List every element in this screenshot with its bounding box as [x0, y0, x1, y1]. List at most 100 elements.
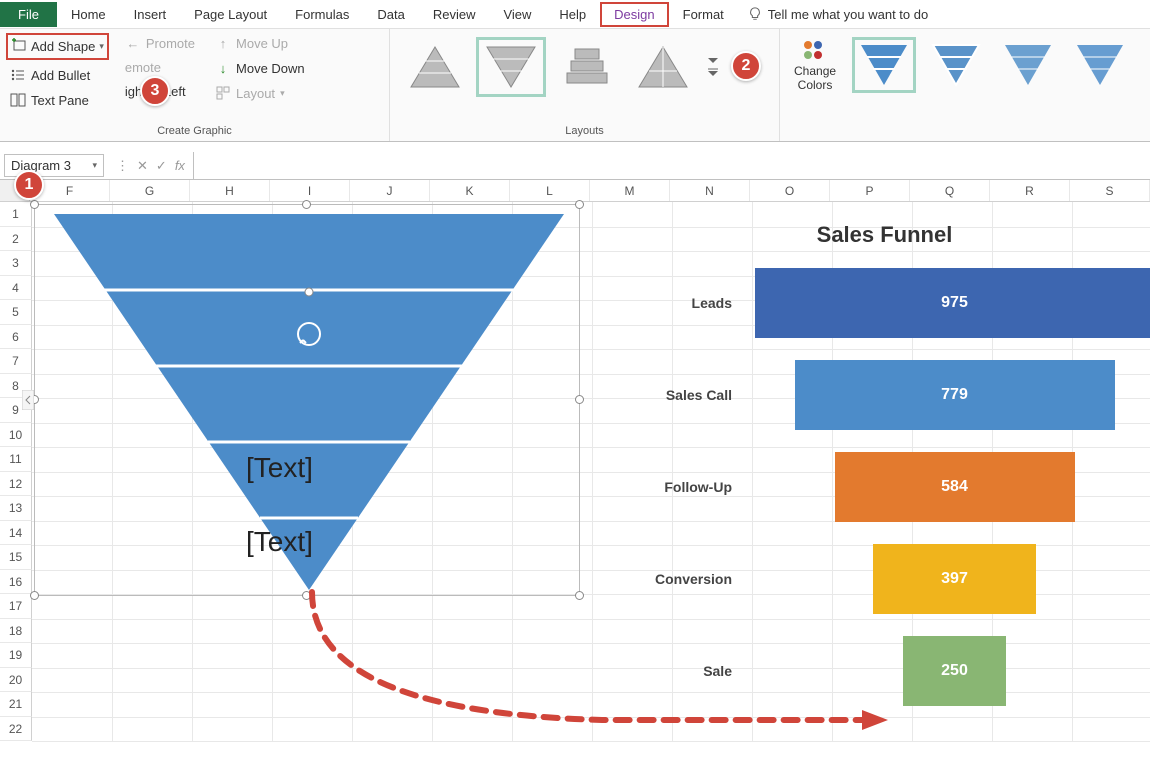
change-colors-button[interactable]: Change Colors: [786, 35, 844, 96]
row-header[interactable]: 10: [0, 423, 32, 448]
layout-button: Layout ▾: [211, 83, 309, 103]
row-header[interactable]: 15: [0, 545, 32, 570]
tab-formulas[interactable]: Formulas: [281, 2, 363, 27]
row-header[interactable]: 22: [0, 717, 32, 742]
callout-3: 3: [140, 76, 170, 106]
row-header[interactable]: 21: [0, 692, 32, 717]
column-header[interactable]: S: [1070, 180, 1150, 201]
style-option-2[interactable]: [924, 37, 988, 93]
text-pane-icon: [10, 92, 26, 108]
row-header[interactable]: 12: [0, 472, 32, 497]
layout-label: Layout: [236, 86, 275, 101]
callout-2: 2: [731, 51, 761, 81]
chart-category-label: Follow-Up: [612, 479, 752, 495]
tab-review[interactable]: Review: [419, 2, 490, 27]
layout-option-pyramid[interactable]: [400, 37, 470, 97]
more-icon[interactable]: ⋮: [116, 158, 129, 174]
fx-icon[interactable]: fx: [175, 158, 185, 173]
style-option-4[interactable]: [1068, 37, 1132, 93]
cancel-icon[interactable]: ✕: [137, 158, 148, 174]
smartart-funnel-diagram[interactable]: [Text] [Text]: [34, 204, 580, 596]
row-header[interactable]: 18: [0, 619, 32, 644]
demote-button: emote: [121, 58, 199, 77]
column-header[interactable]: L: [510, 180, 590, 201]
column-header[interactable]: O: [750, 180, 830, 201]
tab-page-layout[interactable]: Page Layout: [180, 2, 281, 27]
row-header[interactable]: 11: [0, 447, 32, 472]
style-option-3[interactable]: [996, 37, 1060, 93]
row-headers: 12345678910111213141516171819202122: [0, 202, 32, 742]
column-header[interactable]: Q: [910, 180, 990, 201]
row-header[interactable]: 2: [0, 227, 32, 252]
chart-bar: 779: [795, 360, 1115, 430]
tab-format[interactable]: Format: [669, 2, 738, 27]
column-header[interactable]: N: [670, 180, 750, 201]
add-bullet-button[interactable]: Add Bullet: [6, 65, 109, 85]
down-arrow-icon: ↓: [215, 60, 231, 76]
callout-1: 1: [14, 170, 44, 200]
promote-arrow-icon: ←: [125, 35, 141, 51]
expand-tab-icon[interactable]: [22, 390, 34, 410]
tell-me-search[interactable]: Tell me what you want to do: [738, 2, 938, 27]
row-header[interactable]: 5: [0, 300, 32, 325]
row-header[interactable]: 7: [0, 349, 32, 374]
row-header[interactable]: 6: [0, 325, 32, 350]
move-up-button: ↑ Move Up: [211, 33, 309, 53]
row-header[interactable]: 20: [0, 668, 32, 693]
tab-insert[interactable]: Insert: [120, 2, 181, 27]
formula-input[interactable]: [193, 152, 1150, 179]
tab-file[interactable]: File: [0, 2, 57, 27]
color-palette-icon: [802, 39, 828, 61]
column-headers: FGHIJKLMNOPQRS: [0, 180, 1150, 202]
chart-row: Sale 250: [612, 636, 1150, 706]
column-header[interactable]: R: [990, 180, 1070, 201]
layouts-more-button[interactable]: [704, 58, 722, 76]
cells-area[interactable]: [Text] [Text] Sales Funnel Leads975 Sales…: [32, 202, 1150, 742]
layout-option-segmented[interactable]: [628, 37, 698, 97]
style-option-1[interactable]: [852, 37, 916, 93]
smartart-text-1[interactable]: [Text]: [246, 452, 313, 484]
demote-label: emote: [125, 60, 161, 75]
column-header[interactable]: K: [430, 180, 510, 201]
row-header[interactable]: 13: [0, 496, 32, 521]
tab-home[interactable]: Home: [57, 2, 120, 27]
row-header[interactable]: 14: [0, 521, 32, 546]
row-header[interactable]: 16: [0, 570, 32, 595]
add-shape-button[interactable]: Add Shape ▾: [6, 33, 109, 60]
formula-bar: Diagram 3 ▾ ⋮ ✕ ✓ fx 1: [0, 152, 1150, 180]
column-header[interactable]: H: [190, 180, 270, 201]
layout-option-funnel[interactable]: [476, 37, 546, 97]
tab-help[interactable]: Help: [545, 2, 600, 27]
chart-category-label: Sales Call: [612, 387, 752, 403]
tab-design[interactable]: Design: [600, 2, 668, 27]
group-label-layouts: Layouts: [396, 125, 773, 139]
confirm-icon[interactable]: ✓: [156, 158, 167, 174]
column-header[interactable]: G: [110, 180, 190, 201]
add-bullet-label: Add Bullet: [31, 68, 90, 83]
column-header[interactable]: J: [350, 180, 430, 201]
row-header[interactable]: 17: [0, 594, 32, 619]
tab-view[interactable]: View: [489, 2, 545, 27]
row-header[interactable]: 3: [0, 251, 32, 276]
bullet-list-icon: [10, 67, 26, 83]
row-header[interactable]: 19: [0, 643, 32, 668]
text-pane-button[interactable]: Text Pane: [6, 90, 109, 110]
layout-option-list-pyramid[interactable]: [552, 37, 622, 97]
chart-title: Sales Funnel: [612, 222, 1150, 248]
chart-row: Conversion397: [612, 544, 1150, 614]
add-shape-icon: [11, 37, 27, 56]
smartart-text-2[interactable]: [Text]: [246, 526, 313, 558]
chart-bar: 250: [903, 636, 1006, 706]
chart-bar: 975: [755, 268, 1150, 338]
column-header[interactable]: I: [270, 180, 350, 201]
row-header[interactable]: 4: [0, 276, 32, 301]
chart-row: Leads975: [612, 268, 1150, 338]
column-header[interactable]: M: [590, 180, 670, 201]
chart-category-label: Sale: [612, 663, 752, 679]
move-down-button[interactable]: ↓ Move Down: [211, 58, 309, 78]
tab-data[interactable]: Data: [363, 2, 418, 27]
chart-category-label: Leads: [612, 295, 752, 311]
up-arrow-icon: ↑: [215, 35, 231, 51]
column-header[interactable]: P: [830, 180, 910, 201]
row-header[interactable]: 1: [0, 202, 32, 227]
